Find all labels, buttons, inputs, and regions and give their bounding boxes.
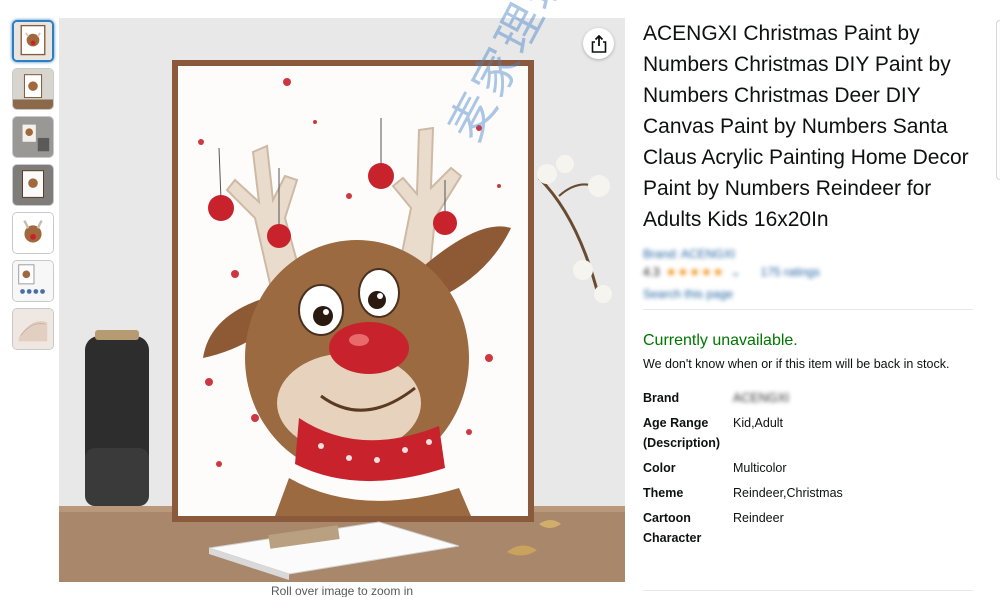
spec-key: Color — [643, 461, 676, 475]
spec-value: Kid,Adult — [733, 416, 784, 430]
spec-key: Brand — [643, 391, 680, 405]
zoom-hint: Roll over image to zoom in — [270, 584, 414, 597]
brand-link[interactable]: Brand: ACENGXI — [643, 247, 735, 261]
ratings-count-link[interactable]: 175 ratings — [761, 265, 820, 279]
rating-row: 4.3 ★★★★★ ⌄ 175 ratings — [643, 265, 983, 279]
thumbnail-strip — [12, 20, 56, 356]
main-product-image[interactable] — [59, 18, 625, 582]
spec-key: Cartoon Character — [643, 511, 702, 545]
spec-row-cartoon-character: Cartoon Character Reindeer — [643, 508, 983, 548]
share-button[interactable] — [583, 28, 614, 59]
thumbnail-4[interactable] — [12, 164, 54, 206]
divider — [643, 309, 973, 310]
spec-value: Multicolor — [733, 461, 787, 475]
thumbnail-5[interactable] — [12, 212, 54, 254]
side-panel-edge — [996, 20, 1000, 180]
spec-key: Age Range (Description) — [643, 416, 721, 450]
spec-row-brand: Brand ACENGXI — [643, 388, 983, 408]
thumbnail-2[interactable] — [12, 68, 54, 110]
share-icon — [591, 34, 606, 53]
rating-value: 4.3 — [643, 265, 660, 279]
thumbnail-6[interactable] — [12, 260, 54, 302]
spec-key: Theme — [643, 486, 684, 500]
spec-value: ACENGXI — [733, 391, 790, 405]
product-info-panel: ACENGXI Christmas Paint by Numbers Chris… — [643, 18, 983, 553]
star-rating-icon[interactable]: ★★★★★ — [666, 265, 725, 279]
availability-note: We don't know when or if this item will … — [643, 357, 950, 371]
availability-status: Currently unavailable. — [643, 332, 798, 349]
divider — [643, 590, 973, 591]
spec-row-color: Color Multicolor — [643, 458, 983, 478]
spec-value: Reindeer,Christmas — [733, 486, 843, 500]
search-page-link[interactable]: Search this page — [643, 287, 733, 301]
spec-table: Brand ACENGXI Age Range (Description) Ki… — [643, 388, 983, 548]
thumbnail-1[interactable] — [12, 20, 54, 62]
spec-row-age-range: Age Range (Description) Kid,Adult — [643, 413, 983, 453]
product-title: ACENGXI Christmas Paint by Numbers Chris… — [643, 22, 969, 231]
chevron-down-icon[interactable]: ⌄ — [730, 265, 740, 279]
spec-row-theme: Theme Reindeer,Christmas — [643, 483, 983, 503]
thumbnail-3[interactable] — [12, 116, 54, 158]
spec-value: Reindeer — [733, 511, 784, 525]
thumbnail-7[interactable] — [12, 308, 54, 350]
